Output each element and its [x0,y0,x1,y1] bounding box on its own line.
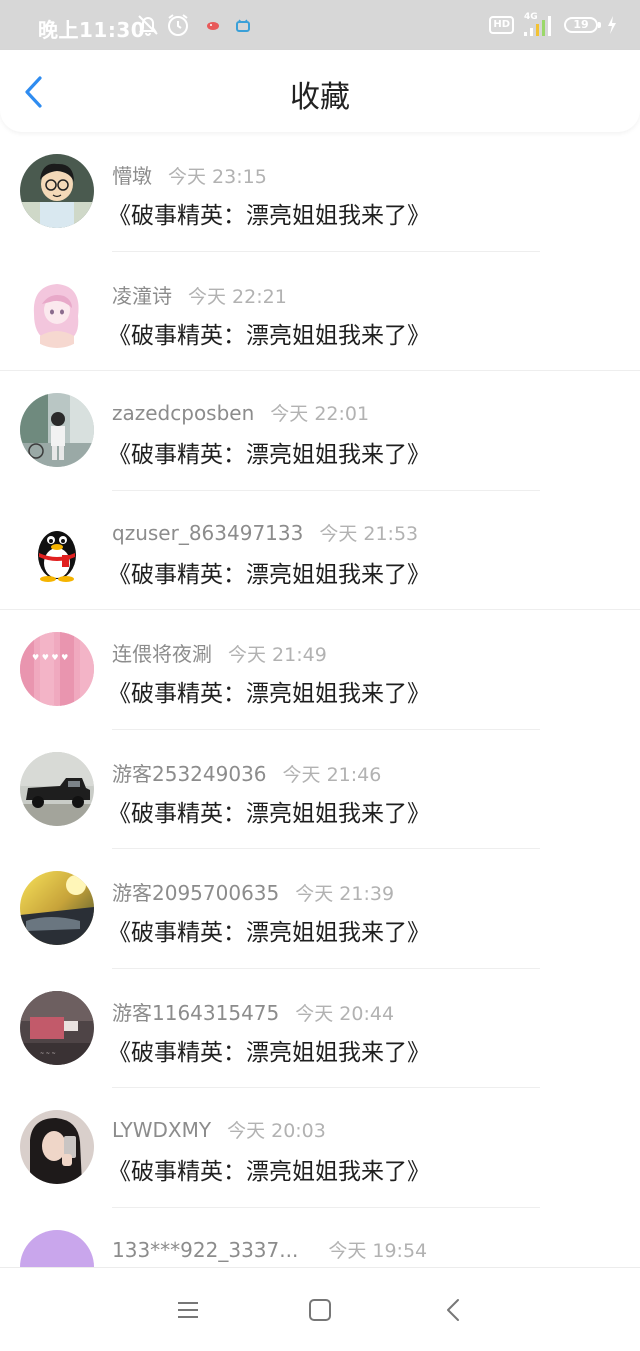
status-bar: 晚上11:30 HD 4G 19 [0,0,640,50]
item-content[interactable]: 《破事精英：漂亮姐姐我来了》 [108,1152,430,1186]
item-time: 今天 22:21 [188,285,287,308]
sunset-car-avatar[interactable] [20,871,94,945]
user-name[interactable]: 游客2095700635 [112,881,279,905]
status-right-group: HD 4G 19 [489,12,618,38]
back-nav-icon[interactable] [440,1296,468,1324]
item-time: 今天 21:39 [295,883,395,905]
item-meta: zazedcposben 今天 22:01 [112,399,369,426]
purple-game-avatar[interactable] [20,1229,94,1267]
menu-icon[interactable] [174,1296,202,1324]
user-name[interactable]: 133***922_3337... [112,1238,298,1262]
list-item[interactable]: 游客2095700635 今天 21:39 《破事精英：漂亮姐姐我来了》 [0,849,640,969]
user-name[interactable]: zazedcposben [112,401,254,425]
dark-room-avatar[interactable]: ~ ~ ~ [20,990,94,1065]
charging-icon [608,16,616,34]
list-item[interactable]: zazedcposben 今天 22:01 《破事精英：漂亮姐姐我来了》 [0,371,640,491]
list-item[interactable]: ♥ ♥ ♥ ♥ 连偎将夜涮 今天 21:49 《破事精英：漂亮姐姐我来了》 [0,610,640,730]
user-name[interactable]: 凌潼诗 [112,284,172,308]
item-time: 今天 21:46 [282,763,382,786]
item-time: 今天 22:01 [270,403,370,425]
list-item[interactable]: LYWDXMY 今天 20:03 《破事精英：漂亮姐姐我来了》 [0,1088,640,1208]
item-content[interactable]: 《破事精英：漂亮姐姐我来了》 [108,196,430,230]
item-time: 今天 21:49 [228,644,327,666]
page-title: 收藏 [290,80,350,115]
item-meta: 游客253249036 今天 21:46 [112,758,381,787]
user-name[interactable]: 游客1164315475 [112,1001,279,1025]
user-name[interactable]: 懵墩 [112,164,152,188]
item-content[interactable]: 《破事精英：漂亮姐姐我来了》 [108,1033,430,1067]
item-meta: LYWDXMY 今天 20:03 [112,1116,326,1143]
hd-indicator: HD [489,16,514,34]
svg-text:~ ~ ~: ~ ~ ~ [40,1051,56,1057]
favorites-list: 懵墩今天 23:15 《破事精英：漂亮姐姐我来了》 凌潼诗今天 22:21 [0,132,640,1267]
list-item[interactable]: 133***922_3337... 今天 19:54 [0,1208,640,1267]
favorites-screen: 晚上11:30 HD 4G 19 收藏 懵墩 今天 23:15 《破事精英：漂亮… [0,0,640,1351]
alarm-icon [168,14,188,36]
selfie-girl-avatar[interactable] [20,1110,94,1184]
qq-penguin-avatar[interactable] [20,512,94,587]
item-content[interactable]: 《破事精英：漂亮姐姐我来了》 [108,794,430,828]
item-meta: 游客2095700635 今天 21:39 [112,877,394,906]
pink-curtain-avatar[interactable]: ♥ ♥ ♥ ♥ [20,632,94,706]
street-photo-avatar[interactable] [20,393,94,467]
app-notification-icon [207,22,219,30]
user-name[interactable]: 连偎将夜涮 [112,642,212,666]
vintage-car-avatar[interactable] [20,751,94,826]
item-meta: 游客1164315475 今天 20:44 [112,997,394,1026]
bell-off-icon [138,15,158,36]
list-item[interactable]: 凌潼诗 今天 22:21 《破事精英：漂亮姐姐我来了》 [0,252,640,372]
header-bar: 收藏 [0,50,640,132]
item-content[interactable]: 《破事精英：漂亮姐姐我来了》 [108,674,430,708]
cartoon-boy-avatar[interactable] [20,154,94,228]
anime-girl-avatar[interactable] [20,273,94,348]
user-name[interactable]: LYWDXMY [112,1118,211,1142]
system-nav-bar [0,1267,640,1351]
item-content[interactable]: 《破事精英：漂亮姐姐我来了》 [108,435,430,469]
item-time: 今天 20:44 [295,1002,395,1025]
item-content[interactable]: 《破事精英：漂亮姐姐我来了》 [108,316,430,350]
item-meta: 133***922_3337... 今天 19:54 [112,1236,427,1263]
list-item[interactable]: 懵墩 今天 23:15 《破事精英：漂亮姐姐我来了》 [0,132,640,252]
item-meta: 懵墩 今天 23:15 [112,160,267,189]
item-meta: qzuser_863497133 今天 21:53 [112,519,418,546]
home-icon[interactable] [306,1296,334,1324]
signal-icon: 4G [522,12,556,38]
battery-icon: 19 [564,17,601,33]
item-time: 今天 19:54 [328,1239,428,1262]
list-item[interactable]: qzuser_863497133 今天 21:53 《破事精英：漂亮姐姐我来了》 [0,491,640,611]
list-item[interactable]: 游客253249036 今天 21:46 《破事精英：漂亮姐姐我来了》 [0,730,640,850]
item-time: 今天 23:15 [168,166,267,188]
bilibili-icon [236,19,250,32]
item-content[interactable]: 《破事精英：漂亮姐姐我来了》 [108,555,430,589]
item-content[interactable]: 《破事精英：漂亮姐姐我来了》 [108,913,430,947]
status-time: 晚上11:30 [38,18,146,42]
user-name[interactable]: 游客253249036 [112,762,267,786]
item-meta: 凌潼诗 今天 22:21 [112,280,287,309]
user-name[interactable]: qzuser_863497133 [112,521,303,545]
item-meta: 连偎将夜涮 今天 21:49 [112,638,327,667]
svg-text:♥ ♥ ♥ ♥: ♥ ♥ ♥ ♥ [32,653,68,662]
list-item[interactable]: ~ ~ ~ 游客1164315475 今天 20:44 《破事精英：漂亮姐姐我来了… [0,969,640,1089]
item-time: 今天 20:03 [227,1120,326,1142]
item-time: 今天 21:53 [319,522,419,545]
